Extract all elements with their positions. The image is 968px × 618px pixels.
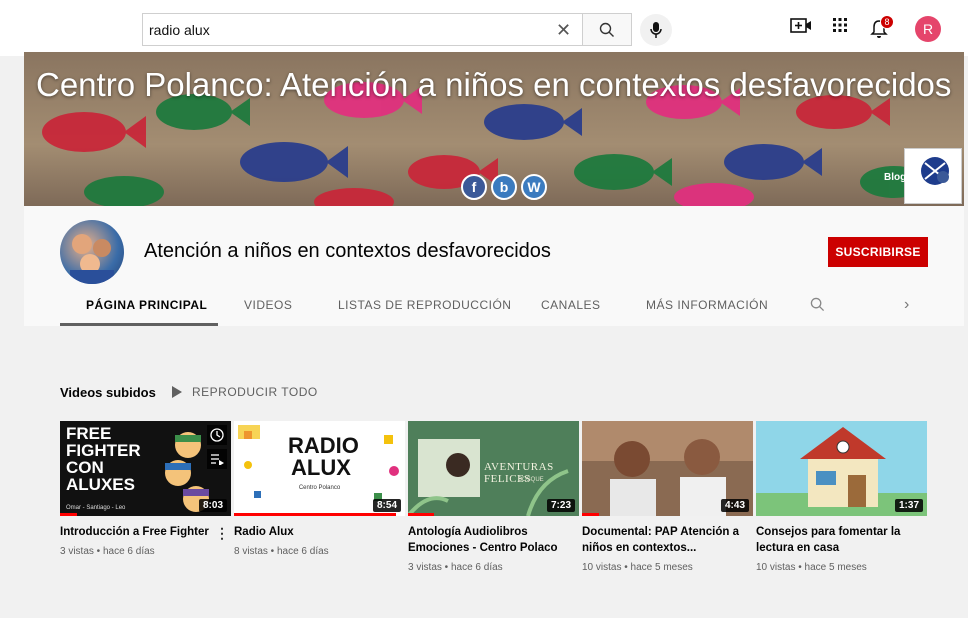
apps-grid-icon [833,18,847,32]
mic-icon [650,22,662,38]
video-meta: 10 vistas • hace 5 meses [582,562,693,573]
apps-button[interactable] [832,17,848,38]
video-meta: 8 vistas • hace 6 días [234,546,329,557]
channel-banner: Centro Polanco: Atención a niños en cont… [24,52,964,206]
channel-header: Atención a niños en contextos desfavorec… [24,206,964,326]
more-options-icon[interactable]: ⋮ [215,525,229,542]
tab-videos[interactable]: VIDEOS [244,298,292,312]
close-icon[interactable]: ✕ [556,20,571,41]
play-all-button[interactable]: REPRODUCIR TODO [172,385,318,399]
banner-title: Centro Polanco: Atención a niños en cont… [36,66,952,103]
blog-label[interactable]: Blog [884,172,906,183]
channel-search-button[interactable] [810,297,825,317]
add-to-queue-button[interactable] [207,449,227,469]
blogger-link[interactable]: b [491,174,517,200]
video-card[interactable]: 1:37 Consejos para fomentar la lectura e… [756,421,927,573]
thumbnail-caption: Omar - Santiago - Leo [66,505,126,511]
tab-home[interactable]: PÁGINA PRINCIPAL [86,298,207,312]
channel-avatar[interactable] [60,220,124,284]
video-card[interactable]: FREE FIGHTER CON ALUXES Omar - Santiago … [60,421,231,557]
watch-progress [582,513,600,516]
shelf-title: Videos subidos [60,385,156,400]
watch-later-button[interactable] [207,425,227,445]
search-bar: ✕ [142,13,632,46]
video-meta: 10 vistas • hace 5 meses [756,562,867,573]
video-thumbnail[interactable]: 1:37 [756,421,927,516]
video-title[interactable]: Radio Alux [234,524,405,540]
video-duration: 8:03 [198,499,227,512]
search-input[interactable] [142,13,582,46]
thumbnail-text: FREE FIGHTER CON ALUXES [66,424,141,494]
video-duration: 7:23 [546,499,575,512]
subscribe-button[interactable]: SUSCRIBIRSE [828,237,928,267]
video-card[interactable]: AVENTURAS FELICES BOSQUE 7:23 Antología … [408,421,579,573]
video-title[interactable]: Documental: PAP Atención a niños en cont… [582,524,753,556]
wordpress-link[interactable]: W [521,174,547,200]
video-meta: 3 vistas • hace 6 días [408,562,503,573]
account-avatar[interactable]: R [915,16,941,42]
create-video-button[interactable] [790,17,812,40]
video-duration: 4:43 [720,499,749,512]
notification-badge: 8 [880,15,894,29]
create-video-icon [790,18,811,33]
queue-icon [211,454,224,465]
video-card[interactable]: 4:43 Documental: PAP Atención a niños en… [582,421,753,573]
top-bar: ✕ 8 R [0,0,968,56]
thumbnail-caption: BOSQUE [518,477,544,483]
video-card[interactable]: RADIO ALUX Centro Polanco 8:54 Radio Alu… [234,421,405,557]
search-icon [599,22,614,37]
facebook-link[interactable]: f [461,174,487,200]
video-title[interactable]: Consejos para fomentar la lectura en cas… [756,524,927,556]
play-all-label: REPRODUCIR TODO [192,385,318,399]
chevron-right-icon[interactable]: › [904,296,909,314]
video-thumbnail[interactable]: AVENTURAS FELICES BOSQUE 7:23 [408,421,579,516]
watch-progress [60,513,78,516]
watch-progress [408,513,434,516]
video-title[interactable]: Antología Audiolibros Emociones - Centro… [408,524,579,556]
clock-icon [210,428,224,442]
video-title[interactable]: Introducción a Free Fighter [60,524,231,540]
channel-content: Videos subidos REPRODUCIR TODO FREE FIGH… [24,326,964,618]
voice-search-button[interactable] [640,14,672,46]
thumbnail-caption: Centro Polanco [298,485,341,491]
tab-playlists[interactable]: LISTAS DE REPRODUCCIÓN [338,298,511,312]
video-thumbnail[interactable]: 4:43 [582,421,753,516]
video-duration: 8:54 [372,499,401,512]
thumbnail-text: RADIO ALUX [288,433,359,480]
iteso-logo [904,148,962,204]
channel-name: Atención a niños en contextos desfavorec… [144,240,551,262]
tab-channels[interactable]: CANALES [541,298,601,312]
watch-progress [234,513,397,516]
channel-tabs: PÁGINA PRINCIPAL VIDEOS LISTAS DE REPROD… [24,288,964,326]
video-duration: 1:37 [894,499,923,512]
video-meta: 3 vistas • hace 6 días [60,546,155,557]
play-icon [172,386,182,398]
video-thumbnail[interactable]: FREE FIGHTER CON ALUXES Omar - Santiago … [60,421,231,516]
search-icon [810,297,825,312]
tab-about[interactable]: MÁS INFORMACIÓN [646,298,768,312]
search-button[interactable] [582,13,632,46]
video-thumbnail[interactable]: RADIO ALUX Centro Polanco 8:54 [234,421,405,516]
